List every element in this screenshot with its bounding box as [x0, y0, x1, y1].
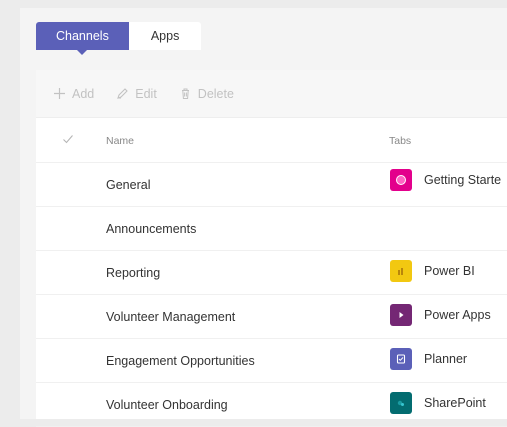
add-button[interactable]: Add [53, 87, 94, 101]
channel-name: Announcements [106, 222, 197, 236]
table-row[interactable]: Announcements [36, 207, 507, 251]
table-row[interactable]: Volunteer Onboarding SharePoint [36, 383, 507, 427]
channel-tab[interactable]: Planner [390, 348, 467, 370]
active-tab-caret [77, 50, 88, 55]
channel-name: Volunteer Management [106, 310, 236, 324]
channel-tab-label: Planner [424, 352, 468, 366]
column-header-tabs[interactable]: Tabs [389, 135, 411, 147]
channel-name: General [106, 178, 151, 192]
table-header: Name Tabs [36, 118, 507, 163]
pencil-icon [116, 87, 129, 100]
table-row[interactable]: Reporting Power BI [36, 251, 507, 295]
add-button-label: Add [72, 86, 95, 101]
channel-tab-label: SharePoint [424, 396, 486, 410]
trash-icon [179, 87, 192, 100]
tab-apps-label: Apps [150, 29, 180, 43]
channel-name: Reporting [106, 266, 161, 280]
plus-icon [53, 87, 66, 100]
channels-toolbar: Add Edit Delete [36, 70, 507, 118]
table-row[interactable]: General Getting Starte [36, 163, 507, 207]
channel-tab-label: Getting Starte [424, 173, 502, 187]
tab-channels[interactable]: Channels [36, 22, 129, 55]
getting-started-app-icon [390, 169, 412, 191]
tab-apps[interactable]: Apps [129, 22, 202, 50]
table-row[interactable]: Volunteer Management Power Apps [36, 295, 507, 339]
tab-channels-label: Channels [56, 29, 109, 43]
manage-team-window: Channels Apps Add Edit Delete Name Tabs … [20, 8, 507, 427]
column-header-name[interactable]: Name [106, 135, 134, 147]
select-all-checkmark-icon[interactable] [62, 133, 74, 145]
power-bi-app-icon [390, 260, 412, 282]
channel-tab-label: Power Apps [424, 308, 491, 322]
channel-tab[interactable]: SharePoint [390, 392, 486, 414]
sharepoint-app-icon [390, 392, 412, 414]
channel-tab-label: Power BI [424, 264, 475, 278]
tab-strip: Channels Apps [36, 22, 202, 55]
delete-button-label: Delete [197, 86, 234, 101]
edit-button-label: Edit [135, 86, 157, 101]
power-apps-app-icon [390, 304, 412, 326]
channel-tab[interactable]: Power Apps [390, 304, 491, 326]
channel-tab[interactable]: Power BI [390, 260, 475, 282]
channels-panel: Add Edit Delete Name Tabs General Gettin… [36, 70, 507, 427]
delete-button[interactable]: Delete [179, 87, 234, 101]
channel-name: Volunteer Onboarding [106, 398, 228, 412]
table-row[interactable]: Engagement Opportunities Planner [36, 339, 507, 383]
edit-button[interactable]: Edit [116, 87, 157, 101]
planner-app-icon [390, 348, 412, 370]
channel-name: Engagement Opportunities [106, 354, 255, 368]
channel-tab[interactable]: Getting Starte [390, 169, 501, 191]
